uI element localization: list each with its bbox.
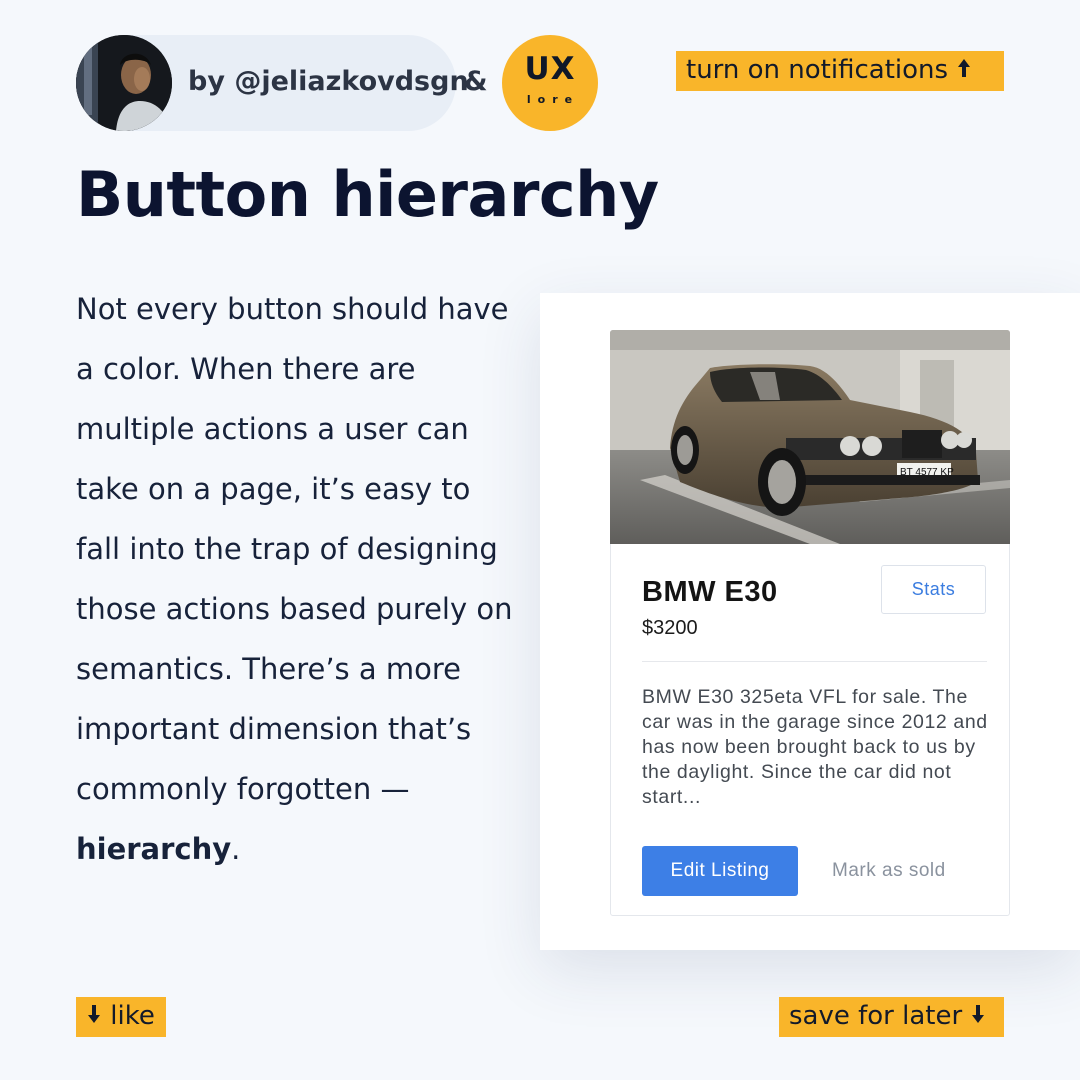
like-tag: like (76, 997, 166, 1037)
save-for-later-tag: save for later (779, 997, 1004, 1037)
notifications-tag: turn on notifications (676, 51, 1004, 91)
arrow-down-icon (970, 998, 986, 1036)
divider (642, 661, 987, 662)
page-title: Button hierarchy (76, 158, 659, 231)
notifications-label: turn on notifications (686, 55, 949, 85)
stats-button[interactable]: Stats (881, 565, 986, 614)
author-handle: by @jeliazkovdsgn (188, 66, 469, 97)
car-photo: BT 4577 KP (610, 330, 1010, 544)
logo-sub-text: lore (526, 93, 580, 106)
ampersand: & (464, 66, 488, 97)
body-text: Not every button should have a color. Wh… (76, 279, 516, 879)
edit-listing-button[interactable]: Edit Listing (642, 846, 798, 896)
ux-lore-logo: UX lore (502, 35, 598, 131)
mark-as-sold-button[interactable]: Mark as sold (832, 860, 946, 882)
listing-description: BMW E30 325eta VFL for sale. The car was… (642, 686, 988, 808)
logo-main-text: UX (524, 51, 576, 87)
body-main-text: Not every button should have a color. Wh… (76, 292, 513, 806)
arrow-down-icon (86, 998, 102, 1036)
avatar (76, 35, 172, 131)
body-emphasis: hierarchy (76, 832, 232, 866)
body-end: . (231, 832, 241, 866)
save-label: save for later (789, 1001, 963, 1031)
car-name: BMW E30 (642, 576, 778, 608)
car-price: $3200 (642, 617, 698, 639)
arrow-up-icon (956, 52, 972, 90)
like-label: like (110, 1001, 155, 1031)
